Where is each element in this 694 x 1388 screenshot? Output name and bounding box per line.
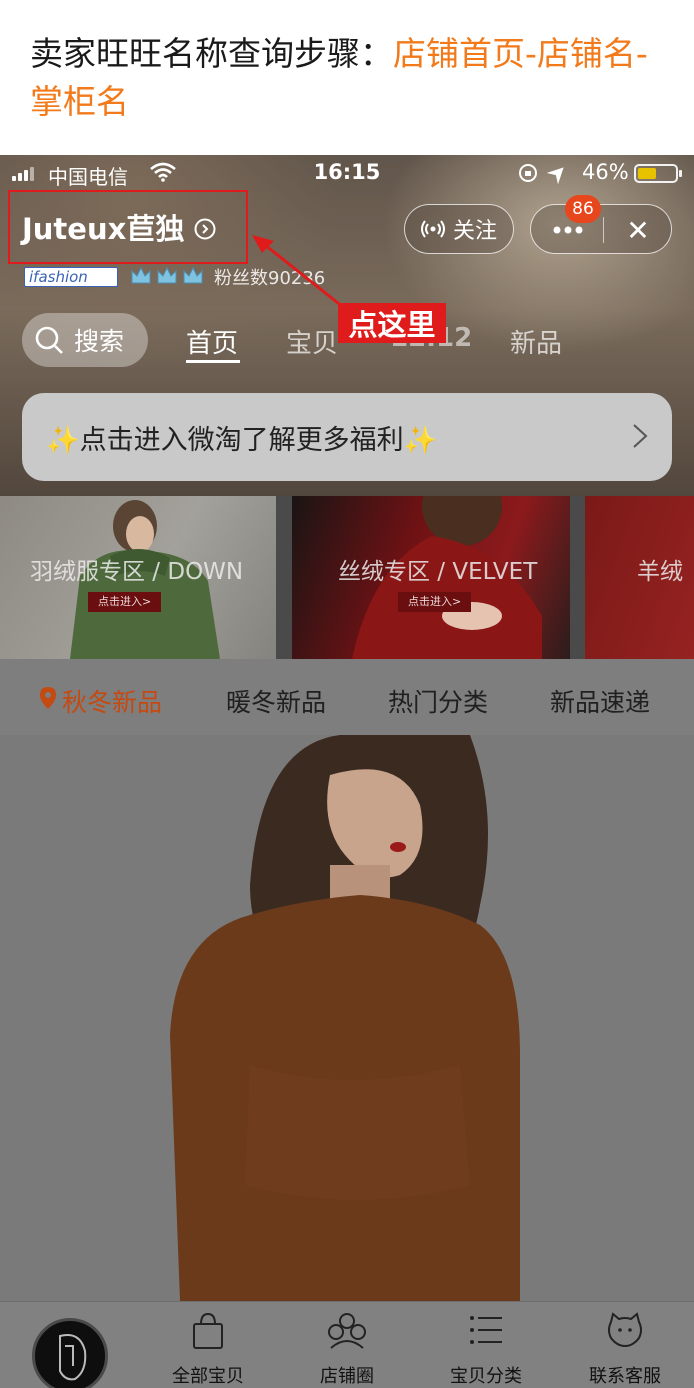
instruction-text: 卖家旺旺名称查询步骤：店铺首页-店铺名- 掌柜名 <box>30 30 670 126</box>
tile-down[interactable]: 羽绒服专区 / DOWN 点击进入> <box>0 496 276 659</box>
follow-label: 关注 <box>452 219 497 244</box>
tab-products[interactable]: 宝贝 <box>286 323 338 360</box>
status-bar: 中国电信 16:15 46% <box>0 155 694 191</box>
featured-product-image[interactable] <box>0 735 694 1301</box>
ifashion-badge: ifashion <box>24 267 118 287</box>
customer-service-icon <box>608 1312 642 1348</box>
battery-percent: 46% <box>582 160 629 184</box>
crown-rating-icons <box>131 266 203 284</box>
phone-screenshot: 中国电信 16:15 46% Juteux苣独 关注 ✕ 86 ifashion… <box>0 155 694 1388</box>
bottom-customer-service-label: 联系客服 <box>589 1366 661 1387</box>
battery-icon <box>634 164 682 183</box>
message-count-badge: 86 <box>565 195 601 223</box>
more-dots-icon <box>553 226 583 234</box>
more-close-capsule: ✕ <box>530 204 672 254</box>
cat-autumn-winter[interactable]: 秋冬新品 <box>62 683 162 719</box>
tile-velvet[interactable]: 丝绒专区 / VELVET 点击进入> <box>292 496 570 659</box>
bottom-tab-bar: 全部宝贝 店铺圈 宝贝分类 联系客服 <box>0 1301 694 1388</box>
location-pin-icon <box>40 687 56 709</box>
cat-warm-winter[interactable]: 暖冬新品 <box>226 683 326 719</box>
tile-cashmere-label: 羊绒 <box>637 559 683 585</box>
shop-avatar[interactable] <box>32 1318 108 1388</box>
ifashion-label: ifashion <box>29 268 88 286</box>
shop-name: Juteux苣独 <box>22 212 185 246</box>
instruction-prefix: 卖家旺旺名称查询步骤： <box>30 34 393 73</box>
bottom-categories[interactable]: 宝贝分类 <box>426 1310 546 1388</box>
cat-new-express[interactable]: 新品速递 <box>550 683 650 719</box>
shopping-bag-icon <box>193 1312 223 1349</box>
community-icon <box>328 1313 366 1349</box>
chevron-right-icon <box>633 424 648 448</box>
category-nav: 秋冬新品 暖冬新品 热门分类 新品速递 <box>0 659 694 735</box>
close-icon: ✕ <box>626 213 650 247</box>
bottom-all-products-label: 全部宝贝 <box>172 1366 244 1387</box>
click-here-callout: 点这里 <box>338 303 446 343</box>
shop-name-button[interactable]: Juteux苣独 <box>8 190 248 264</box>
tile-velvet-enter[interactable]: 点击进入> <box>398 592 472 612</box>
follow-button[interactable]: 关注 <box>404 204 514 254</box>
broadcast-icon <box>420 220 445 238</box>
tab-new-arrivals[interactable]: 新品 <box>510 323 562 360</box>
bottom-customer-service[interactable]: 联系客服 <box>565 1310 685 1388</box>
chevron-right-circle-icon <box>194 218 216 240</box>
tile-down-label: 羽绒服专区 / DOWN <box>30 559 244 585</box>
list-icon <box>470 1316 502 1344</box>
bottom-shop-circle[interactable]: 店铺圈 <box>287 1310 407 1388</box>
bottom-all-products[interactable]: 全部宝贝 <box>148 1310 268 1388</box>
instruction-line2: 掌柜名 <box>30 82 129 121</box>
tab-home[interactable]: 首页 <box>186 323 238 360</box>
promo-text: ✨点击进入微淘了解更多福利✨ <box>46 424 438 456</box>
tile-cashmere[interactable]: 羊绒 <box>585 496 694 659</box>
orientation-location-icons <box>519 164 564 184</box>
close-button[interactable]: ✕ <box>603 205 673 255</box>
search-label: 搜索 <box>74 327 125 356</box>
tile-down-enter[interactable]: 点击进入> <box>88 592 162 612</box>
category-tiles: 羽绒服专区 / DOWN 点击进入> 丝绒专区 / VELVET 点击进入> 羊… <box>0 496 694 659</box>
instruction-steps: 店铺首页-店铺名- <box>393 34 648 73</box>
bottom-categories-label: 宝贝分类 <box>450 1366 522 1387</box>
weitao-promo-banner[interactable]: ✨点击进入微淘了解更多福利✨ <box>22 393 672 481</box>
model-photo <box>0 735 694 1301</box>
cat-hot-categories[interactable]: 热门分类 <box>388 683 488 719</box>
search-icon <box>35 326 63 354</box>
shop-logo-icon <box>59 1334 87 1381</box>
shop-search-button[interactable]: 搜索 <box>22 313 148 367</box>
tile-velvet-label: 丝绒专区 / VELVET <box>338 559 538 585</box>
bottom-shop-circle-label: 店铺圈 <box>320 1366 374 1387</box>
tab-home-underline <box>186 360 240 363</box>
